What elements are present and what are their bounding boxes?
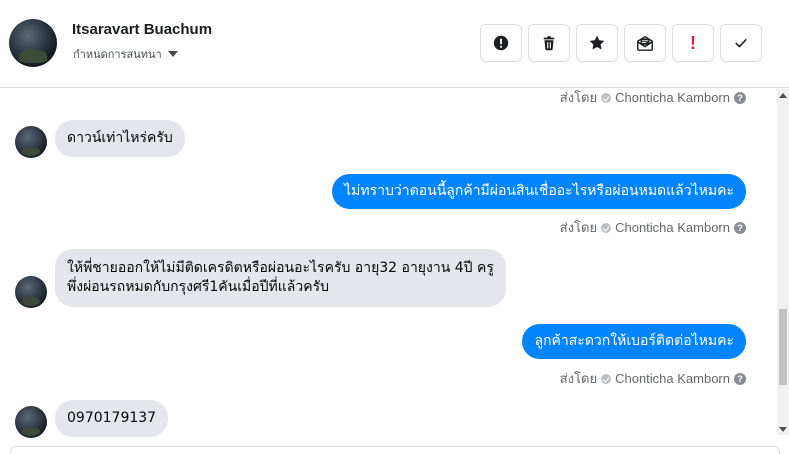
help-icon[interactable]: ?: [734, 221, 746, 234]
sent-by-label: ส่งโดย: [559, 371, 598, 386]
follow-up-button[interactable]: !: [672, 24, 714, 62]
scroll-up-arrow-icon[interactable]: [777, 89, 789, 101]
verified-check-icon: [601, 373, 612, 384]
alert-circle-icon: [493, 35, 509, 51]
mark-spam-button[interactable]: [480, 24, 522, 62]
mark-done-button[interactable]: [720, 24, 762, 62]
scrollbar-thumb[interactable]: [779, 309, 787, 385]
delete-button[interactable]: [528, 24, 570, 62]
star-button[interactable]: [576, 24, 618, 62]
help-icon[interactable]: ?: [734, 91, 746, 104]
assign-conversation-dropdown[interactable]: กำหนดการสนทนา: [73, 45, 178, 63]
contact-avatar[interactable]: [9, 19, 57, 67]
caret-down-icon: [167, 51, 178, 57]
incoming-message[interactable]: 0970179137: [55, 400, 169, 437]
mail-unread-icon: [637, 35, 653, 51]
sent-by-line: ส่งโดย Chonticha Kamborn ?: [560, 217, 746, 238]
conversation-header: Itsaravart Buachum กำหนดการสนทนา !: [0, 0, 789, 88]
agent-name[interactable]: Chonticha Kamborn: [615, 371, 730, 386]
contact-avatar-small[interactable]: [15, 126, 47, 158]
outgoing-message[interactable]: ลูกค้าสะดวกให้เบอร์ติดต่อไหมคะ: [522, 324, 746, 359]
star-icon: [589, 35, 605, 50]
contact-name[interactable]: Itsaravart Buachum: [72, 21, 212, 38]
checkmark-icon: [735, 39, 747, 48]
sent-by-line: ส่งโดย Chonticha Kamborn ?: [560, 89, 746, 108]
thread-scrollbar[interactable]: [777, 89, 789, 435]
contact-avatar-small[interactable]: [15, 406, 47, 438]
incoming-message[interactable]: ให้พี่ชายออกให้ไม่มีติดเครดิตหรือผ่อนอะไ…: [55, 249, 506, 307]
agent-name[interactable]: Chonticha Kamborn: [615, 90, 730, 105]
sent-by-label: ส่งโดย: [559, 220, 598, 235]
header-actions: !: [480, 24, 762, 62]
message-line: พึ่งผ่อนรถหมดกับกรุงศรี1คันเมื่อปีที่แล้…: [67, 279, 330, 295]
outgoing-message[interactable]: ไม่ทราบว่าตอนนี้ลูกค้ามีผ่อนสินเชื่ออะไร…: [332, 174, 746, 209]
help-icon[interactable]: ?: [734, 372, 746, 385]
contact-avatar-small[interactable]: [15, 276, 47, 308]
sent-by-line: ส่งโดย Chonticha Kamborn ?: [560, 368, 746, 389]
verified-check-icon: [601, 92, 612, 103]
scroll-down-arrow-icon[interactable]: [777, 423, 789, 435]
message-composer[interactable]: [10, 446, 780, 454]
verified-check-icon: [601, 222, 612, 233]
agent-name[interactable]: Chonticha Kamborn: [615, 220, 730, 235]
message-thread[interactable]: ส่งโดย Chonticha Kamborn ? ดาวน์เท่าไหร่…: [0, 89, 777, 443]
assign-label: กำหนดการสนทนา: [73, 48, 162, 61]
trash-icon: [543, 36, 555, 51]
exclamation-icon: !: [690, 32, 696, 53]
sent-by-label: ส่งโดย: [559, 90, 598, 105]
mark-unread-button[interactable]: [624, 24, 666, 62]
incoming-message[interactable]: ดาวน์เท่าไหร่ครับ: [55, 120, 185, 157]
message-line: ให้พี่ชายออกให้ไม่มีติดเครดิตหรือผ่อนอะไ…: [67, 260, 494, 276]
